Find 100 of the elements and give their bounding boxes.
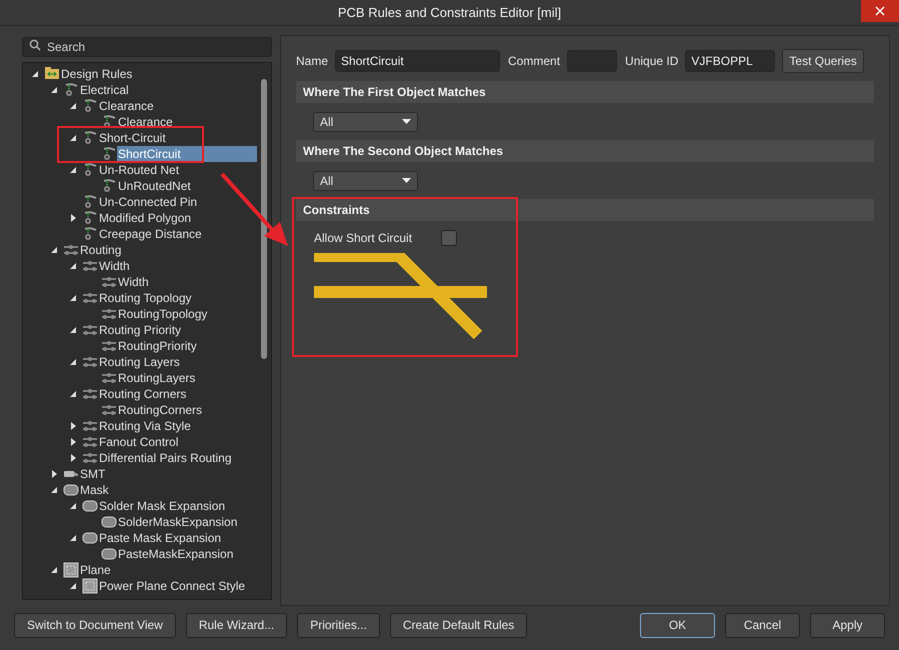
expand-arrow-icon[interactable] [70,454,76,462]
collapse-arrow-icon[interactable] [70,503,76,509]
rule-icon [63,82,79,98]
expand-arrow-icon[interactable] [52,470,56,478]
tree-item[interactable]: Paste Mask Expansion [98,530,222,546]
tree-item[interactable]: SolderMaskExpansion [117,514,238,530]
tree-item[interactable]: RoutingTopology [117,306,208,322]
tree-item[interactable]: PasteMaskExpansion [117,546,234,562]
tree-item[interactable]: Modified Polygon [98,210,192,226]
dropdown-arrow-icon [402,119,411,124]
tree-item[interactable]: Routing [79,242,122,258]
routing-icon [82,386,98,402]
tree-item[interactable]: UnRoutedNet [117,178,191,194]
collapse-arrow-icon[interactable] [51,487,57,493]
search-field[interactable]: Search [22,37,272,57]
name-field[interactable]: ShortCircuit [335,50,500,72]
expand-arrow-icon[interactable] [70,438,76,446]
footer-button[interactable]: Switch to Document View [14,612,176,638]
routing-icon [82,258,98,274]
collapse-arrow-icon[interactable] [70,103,76,109]
name-label: Name [296,53,328,70]
collapse-arrow-icon[interactable] [70,135,76,141]
tree-item[interactable]: Routing Topology [98,290,192,306]
collapse-arrow-icon[interactable] [70,583,76,589]
rule-icon [82,162,98,178]
ok-button[interactable]: OK [640,612,715,638]
collapse-arrow-icon[interactable] [51,87,57,93]
expand-arrow-icon[interactable] [70,422,76,430]
mask-icon [101,546,117,562]
test-queries-button[interactable]: Test Queries [782,49,864,73]
routing-icon [63,242,79,258]
collapse-arrow-icon[interactable] [70,295,76,301]
tree-item[interactable]: ShortCircuit [117,146,257,162]
routing-icon [82,290,98,306]
tree-item[interactable]: RoutingCorners [117,402,202,418]
tree-item[interactable]: Routing Via Style [98,418,191,434]
expand-arrow-icon[interactable] [70,214,76,222]
scope-dropdown[interactable]: All [313,112,418,132]
collapse-arrow-icon[interactable] [70,391,76,397]
collapse-arrow-icon[interactable] [70,359,76,365]
rule-icon [82,210,98,226]
tree-item[interactable]: Routing Layers [98,354,180,370]
tree-item[interactable]: Solder Mask Expansion [98,498,226,514]
routing-icon [82,354,98,370]
rule-icon [101,146,117,162]
tree-item[interactable]: Mask [79,482,109,498]
collapse-arrow-icon[interactable] [70,327,76,333]
scrollbar[interactable] [261,79,267,359]
comment-label: Comment [508,53,560,70]
collapse-arrow-icon[interactable] [51,567,57,573]
tree-item[interactable]: Plane [79,562,111,578]
rule-icon [82,194,98,210]
scope-dropdown[interactable]: All [313,170,418,190]
dialog-button[interactable]: Apply [810,612,885,638]
plane-icon [82,578,98,594]
tree-item[interactable]: Electrical [79,82,129,98]
rule-icon [82,130,98,146]
tree-item[interactable]: Width [98,258,130,274]
collapse-arrow-icon[interactable] [70,263,76,269]
tree-item[interactable]: RoutingLayers [117,370,196,386]
mask-icon [82,530,98,546]
unique-id-field[interactable]: VJFBOPPL [685,50,776,72]
tree-item[interactable]: Creepage Distance [98,226,202,242]
footer-button[interactable]: Create Default Rules [390,612,528,638]
checkbox-label: Allow Short Circuit [314,230,414,247]
tree-item[interactable]: Clearance [98,98,154,114]
close-button[interactable] [861,0,899,22]
unique-id-label: Unique ID [625,53,678,70]
tree-item[interactable]: Short-Circuit [98,130,166,146]
tree-item[interactable]: SMT [79,466,106,482]
section-title: Constraints [303,202,370,219]
comment-field[interactable] [567,50,618,72]
tree-item[interactable]: Fanout Control [98,434,178,450]
routing-icon [101,402,117,418]
collapse-arrow-icon[interactable] [70,535,76,541]
footer-button[interactable]: Priorities... [297,612,380,638]
tree-item[interactable]: Differential Pairs Routing [98,450,232,466]
tree-item[interactable]: RoutingPriority [117,338,197,354]
tree-item[interactable]: Routing Priority [98,322,182,338]
dialog-button[interactable]: Cancel [725,612,800,638]
routing-icon [82,434,98,450]
collapse-arrow-icon[interactable] [70,167,76,173]
section-title: Where The Second Object Matches [303,143,504,160]
tree-item[interactable]: Un-Routed Net [98,162,180,178]
plane-icon [63,562,79,578]
tree-item[interactable]: Un-Connected Pin [98,194,198,210]
tree-item[interactable]: Clearance [117,114,173,130]
mask-icon [82,498,98,514]
tree-item[interactable]: Routing Corners [98,386,186,402]
rule-icon [101,178,117,194]
checkbox[interactable] [441,230,457,246]
mask-icon [63,482,79,498]
collapse-arrow-icon[interactable] [51,247,57,253]
collapse-arrow-icon[interactable] [32,71,38,77]
tree-item[interactable]: Power Plane Connect Style [98,578,246,594]
mask-icon [101,514,117,530]
tree-item[interactable]: Design Rules [60,66,132,82]
tree-item[interactable]: Width [117,274,149,290]
routing-icon [82,322,98,338]
footer-button[interactable]: Rule Wizard... [186,612,288,638]
